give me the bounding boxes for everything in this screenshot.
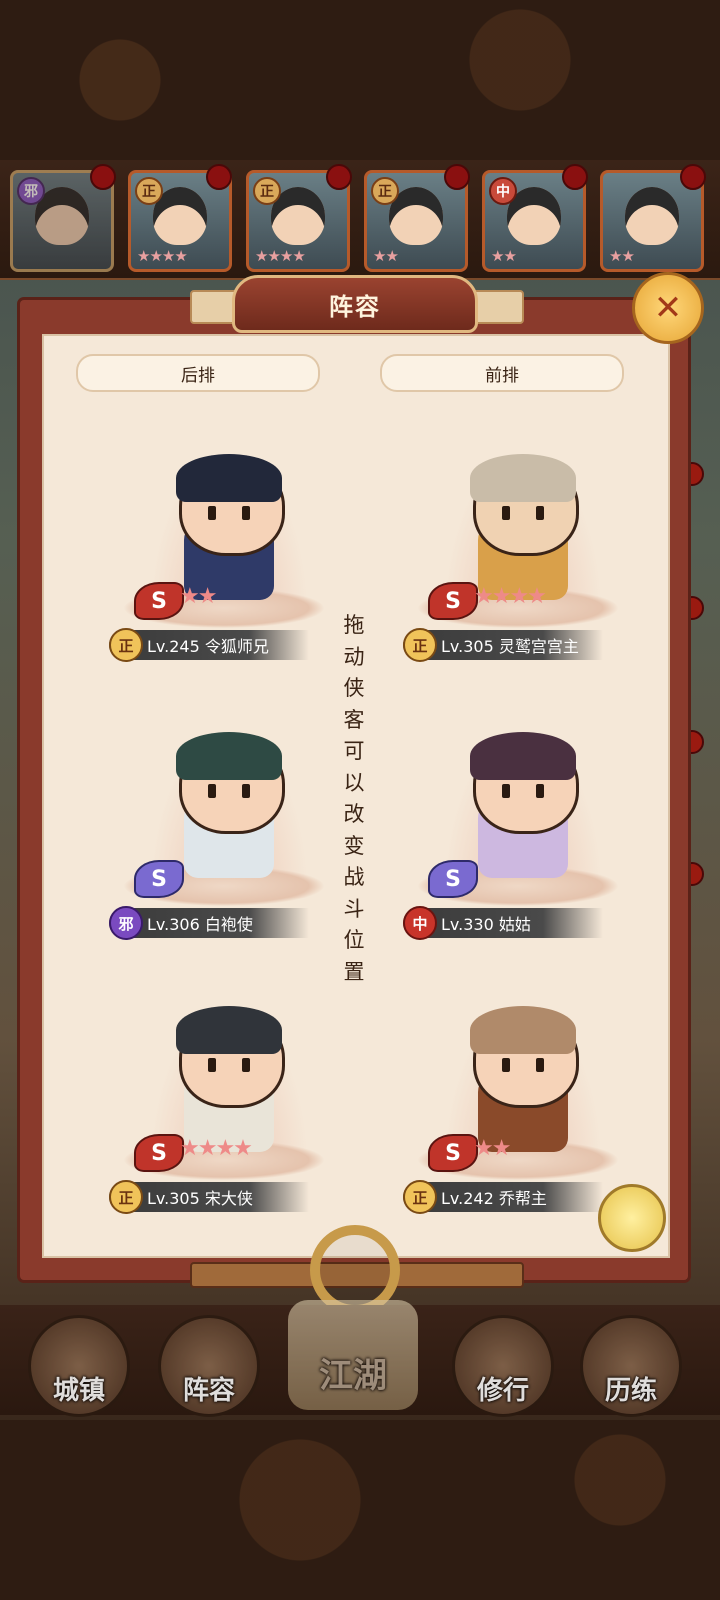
hero-hair	[470, 732, 576, 780]
faction-badge: 正	[109, 628, 143, 662]
hero-hair	[176, 454, 282, 502]
faction-badge: 正	[109, 1180, 143, 1214]
faction-badge: 正	[135, 177, 163, 205]
faction-badge: 中	[403, 906, 437, 940]
hero-eye	[502, 1058, 510, 1072]
star-rating: ★★	[373, 247, 399, 265]
front-row-header: 前排	[380, 354, 624, 392]
faction-badge: 正	[403, 1180, 437, 1214]
faction-badge: 正	[403, 628, 437, 662]
hero-eye	[208, 506, 216, 520]
hero-slot-front-1[interactable]: S ★★★★ Lv.305 灵鹫宫宫主 正	[398, 450, 648, 700]
nav-town-button[interactable]: 城镇	[28, 1315, 130, 1417]
close-button[interactable]: ✕	[632, 272, 704, 344]
hero-eye	[502, 784, 510, 798]
nav-jianghu-label: 江湖	[319, 1356, 387, 1396]
hero-eye	[242, 1058, 250, 1072]
nav-jianghu-button[interactable]: 江湖	[288, 1300, 418, 1410]
nav-trial-button[interactable]: 历练	[580, 1315, 682, 1417]
hero-hair	[470, 1006, 576, 1054]
hero-eye	[536, 784, 544, 798]
nav-practice-button[interactable]: 修行	[452, 1315, 554, 1417]
nav-lineup-label: 阵容	[182, 1376, 235, 1406]
hero-eye	[242, 506, 250, 520]
tier-badge: S	[134, 1134, 184, 1172]
flower-shortcut-icon[interactable]	[598, 1184, 666, 1252]
nav-lineup-button[interactable]: 阵容	[158, 1315, 260, 1417]
star-rating: ★★★★	[137, 247, 188, 265]
star-rating: ★★	[491, 247, 517, 265]
hero-eye	[536, 1058, 544, 1072]
tier-badge: S	[134, 582, 184, 620]
notification-dot	[90, 164, 116, 190]
hero-hair	[176, 1006, 282, 1054]
panel-title: 阵容	[232, 275, 478, 333]
notification-dot	[562, 164, 588, 190]
hero-hair	[176, 732, 282, 780]
nav-trial-label: 历练	[604, 1376, 657, 1406]
back-row-header: 后排	[76, 354, 320, 392]
star-rating: ★★★★	[474, 584, 547, 609]
hero-slot-back-3[interactable]: S ★★★★ Lv.305 宋大侠 正	[104, 1002, 354, 1252]
notification-dot	[206, 164, 232, 190]
hero-slot-back-1[interactable]: S ★★ Lv.245 令狐师兄 正	[104, 450, 354, 700]
hero-portrait	[625, 187, 679, 245]
star-rating: ★★	[180, 584, 217, 609]
faction-badge: 正	[371, 177, 399, 205]
hero-roster-strip: 邪 正 ★★★★ 正 ★★★★ 正 ★★ 中 ★★ ★★	[0, 160, 720, 280]
faction-badge: 中	[489, 177, 517, 205]
faction-badge: 邪	[17, 177, 45, 205]
notification-dot	[680, 164, 706, 190]
tier-badge: S	[428, 860, 478, 898]
tier-badge: S	[134, 860, 184, 898]
hero-slot-back-2[interactable]: S Lv.306 白袍使 邪	[104, 728, 354, 978]
close-x-icon: ✕	[653, 288, 683, 328]
hero-eye	[208, 1058, 216, 1072]
nav-town-label: 城镇	[52, 1376, 105, 1406]
tier-badge: S	[428, 1134, 478, 1172]
notification-dot	[326, 164, 352, 190]
star-rating: ★★	[474, 1136, 511, 1161]
star-rating: ★★★★	[255, 247, 306, 265]
hero-eye	[242, 784, 250, 798]
hero-eye	[502, 506, 510, 520]
star-rating: ★★★★	[180, 1136, 253, 1161]
hero-hair	[470, 454, 576, 502]
hero-slot-front-2[interactable]: S Lv.330 姑姑 中	[398, 728, 648, 978]
notification-dot	[444, 164, 470, 190]
hero-eye	[208, 784, 216, 798]
star-rating: ★★	[609, 247, 635, 265]
nav-practice-label: 修行	[476, 1376, 529, 1406]
faction-badge: 正	[253, 177, 281, 205]
tier-badge: S	[428, 582, 478, 620]
hero-eye	[536, 506, 544, 520]
faction-badge: 邪	[109, 906, 143, 940]
